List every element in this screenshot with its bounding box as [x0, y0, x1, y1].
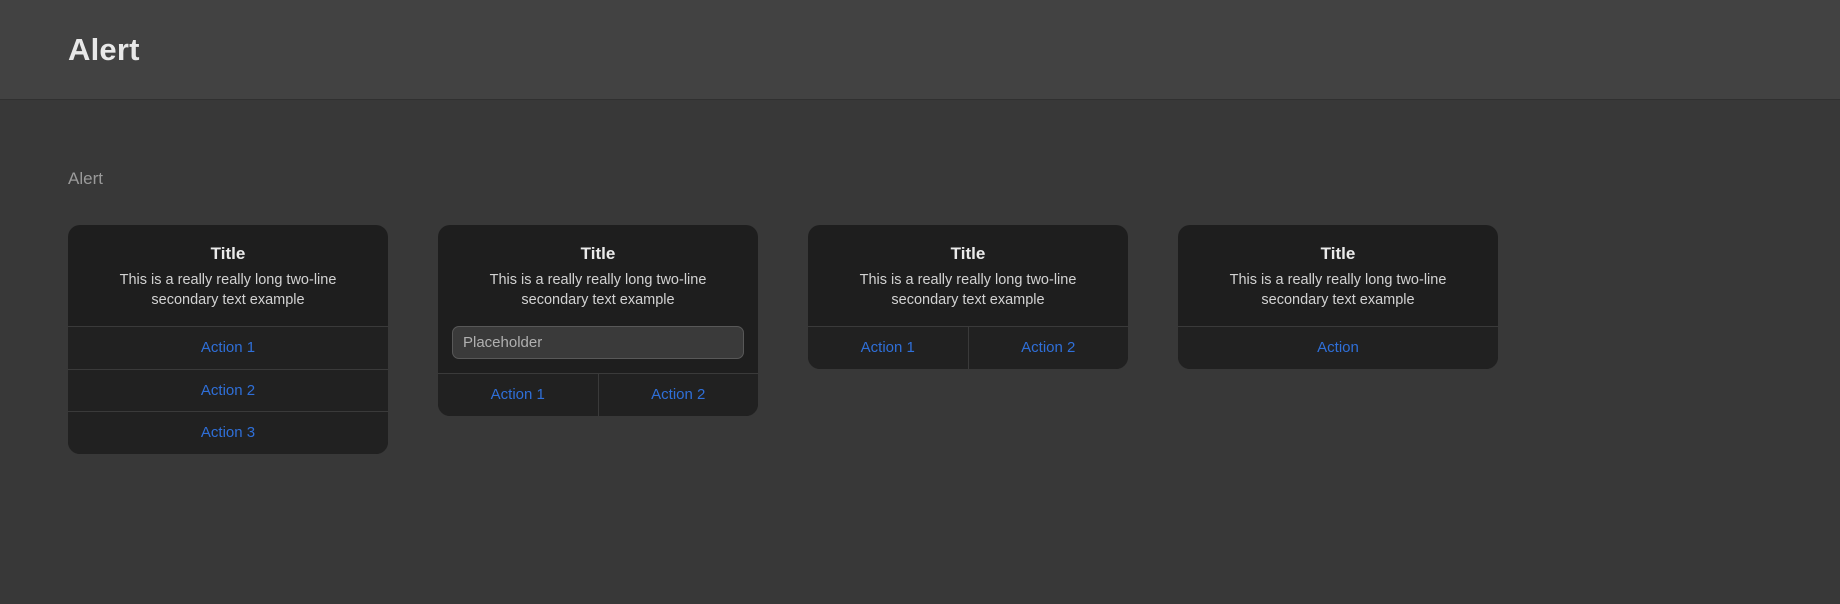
alert-title: Title	[210, 244, 246, 263]
alert-action-1[interactable]: Action 1	[808, 326, 968, 369]
alert-text-input[interactable]	[452, 326, 744, 360]
alert-actions: Action 1 Action 2	[808, 326, 1128, 369]
page-title: Alert	[68, 32, 140, 67]
alert-title: Title	[1320, 244, 1356, 263]
alert-title: Title	[950, 244, 986, 263]
alert-content: Title This is a really really long two-l…	[68, 225, 388, 326]
alert-content: Title This is a really really long two-l…	[438, 225, 758, 326]
alert-card-3: Title This is a really really long two-l…	[808, 225, 1128, 369]
alert-action-1[interactable]: Action	[1178, 326, 1498, 369]
alert-card-2: Title This is a really really long two-l…	[438, 225, 758, 416]
alert-actions: Action 1 Action 2 Action 3	[68, 326, 388, 454]
alert-actions: Action	[1178, 326, 1498, 369]
alert-action-1[interactable]: Action 1	[68, 326, 388, 369]
alert-card-4: Title This is a really really long two-l…	[1178, 225, 1498, 369]
section-label: Alert	[68, 169, 103, 188]
alert-card-1: Title This is a really really long two-l…	[68, 225, 388, 454]
alert-title: Title	[580, 244, 616, 263]
alert-message: This is a really really long two-line se…	[1229, 272, 1447, 308]
alert-content: Title This is a really really long two-l…	[1178, 225, 1498, 326]
alert-action-2[interactable]: Action 2	[597, 373, 758, 416]
alert-action-2[interactable]: Action 2	[68, 368, 388, 412]
alert-action-1[interactable]: Action 1	[438, 373, 598, 416]
alert-message: This is a really really long two-line se…	[859, 272, 1077, 308]
alert-message: This is a really really long two-line se…	[489, 272, 707, 308]
alert-content: Title This is a really really long two-l…	[808, 225, 1128, 326]
app-header: Alert	[0, 0, 1840, 100]
alert-action-3[interactable]: Action 3	[68, 411, 388, 454]
page-body: Alert Title This is a really really long…	[0, 100, 1840, 454]
alert-card-row: Title This is a really really long two-l…	[68, 225, 1840, 454]
alert-actions: Action 1 Action 2	[438, 373, 758, 416]
alert-input-container	[438, 326, 758, 373]
alert-message: This is a really really long two-line se…	[119, 272, 337, 308]
alert-action-2[interactable]: Action 2	[967, 326, 1128, 369]
